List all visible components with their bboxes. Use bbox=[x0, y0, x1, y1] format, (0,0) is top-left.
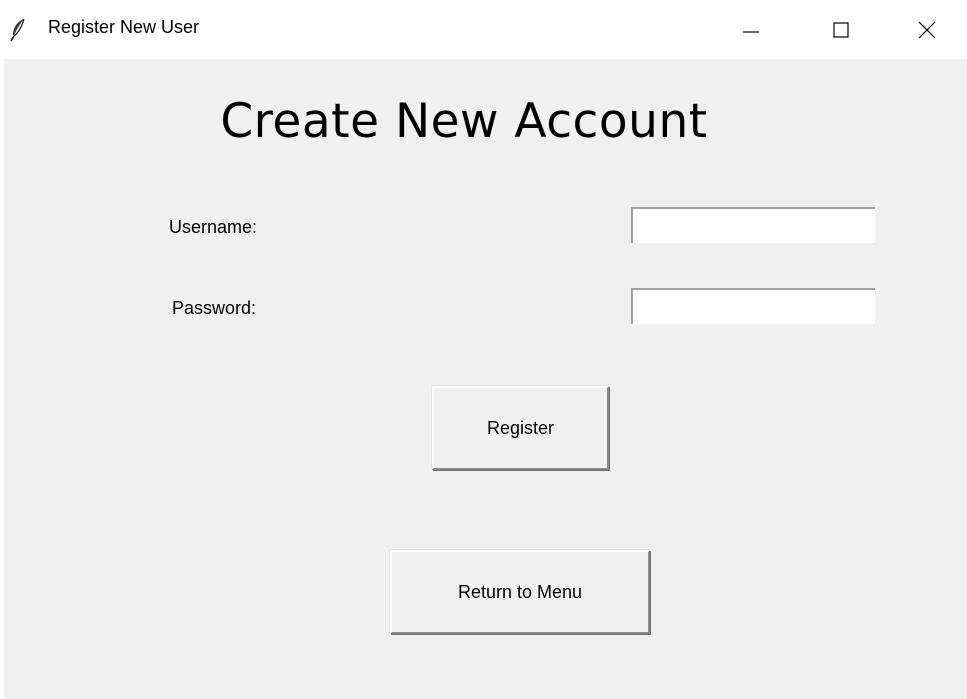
password-field[interactable] bbox=[631, 288, 875, 324]
window-title: Register New User bbox=[48, 17, 200, 37]
title-bar[interactable]: Register New User bbox=[0, 0, 967, 59]
return-to-menu-button[interactable]: Return to Menu bbox=[390, 550, 650, 634]
username-label: Username: bbox=[169, 217, 258, 237]
username-field[interactable] bbox=[631, 207, 875, 243]
minimize-button[interactable] bbox=[706, 0, 796, 59]
close-icon bbox=[918, 21, 935, 38]
client-area: Create New Account Username: Password: R… bbox=[4, 59, 967, 699]
close-button[interactable] bbox=[886, 0, 967, 59]
page-title: Create New Account bbox=[220, 94, 708, 149]
maximize-button[interactable] bbox=[796, 0, 886, 59]
maximize-icon bbox=[833, 21, 849, 38]
app-window: Register New User Create New Account Use… bbox=[0, 0, 967, 699]
feather-icon bbox=[10, 18, 25, 42]
minimize-icon bbox=[743, 30, 759, 33]
register-button[interactable]: Register bbox=[432, 386, 609, 470]
password-label: Password: bbox=[172, 298, 257, 318]
